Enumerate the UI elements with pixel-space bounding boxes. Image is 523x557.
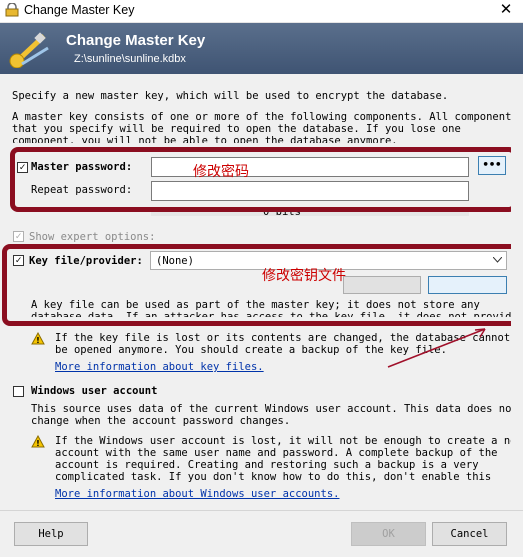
expert-options-checkbox[interactable]: ✓ bbox=[13, 231, 24, 242]
windows-account-desc-line: This source uses data of the current Win… bbox=[31, 403, 518, 415]
keys-icon bbox=[9, 32, 49, 68]
warning-icon: ! bbox=[31, 435, 45, 448]
expert-options-label: Show expert options: bbox=[29, 231, 156, 243]
help-button[interactable]: Help bbox=[14, 522, 88, 546]
windows-account-checkbox[interactable] bbox=[13, 386, 24, 397]
footer-separator bbox=[0, 510, 523, 511]
windows-more-info-link[interactable]: More information about Windows user acco… bbox=[55, 488, 339, 500]
annotation-box-password bbox=[10, 147, 517, 212]
svg-text:!: ! bbox=[36, 439, 40, 448]
header-title: Change Master Key bbox=[66, 32, 206, 49]
keepass-lock-icon bbox=[5, 3, 19, 17]
windows-warning-line: If the Windows user account is lost, it … bbox=[55, 435, 523, 447]
window-titlebar: Change Master Key ✕ bbox=[0, 0, 523, 23]
dialog-header: Change Master Key Z:\sunline\sunline.kdb… bbox=[0, 23, 523, 74]
windows-warning-line: account is required. Creating and restor… bbox=[55, 459, 479, 471]
ok-button[interactable]: OK bbox=[351, 522, 426, 546]
warning-icon: ! bbox=[31, 332, 45, 345]
intro-text: Specify a new master key, which will be … bbox=[12, 90, 449, 102]
close-button[interactable]: ✕ bbox=[494, 1, 518, 19]
description-line: A master key consists of one or more of … bbox=[12, 111, 518, 123]
annotation-box-keyfile bbox=[2, 244, 519, 326]
windows-account-desc-line: change when the account password changes… bbox=[31, 415, 291, 427]
window-title: Change Master Key bbox=[24, 3, 135, 17]
annotation-arrow bbox=[387, 328, 486, 368]
scrollbar[interactable] bbox=[511, 84, 523, 504]
key-file-more-info-link[interactable]: More information about key files. bbox=[55, 361, 264, 373]
windows-warning-line: complicated task. If you don't know how … bbox=[55, 471, 492, 483]
description-line: component, you will not be able to open … bbox=[12, 135, 398, 143]
windows-account-label: Windows user account bbox=[31, 385, 158, 397]
database-path: Z:\sunline\sunline.kdbx bbox=[74, 53, 186, 65]
svg-text:!: ! bbox=[36, 336, 40, 345]
description-line: that you specify will be required to ope… bbox=[12, 123, 461, 135]
cancel-button[interactable]: Cancel bbox=[432, 522, 507, 546]
windows-warning-line: account with the same user name and pass… bbox=[55, 447, 498, 459]
